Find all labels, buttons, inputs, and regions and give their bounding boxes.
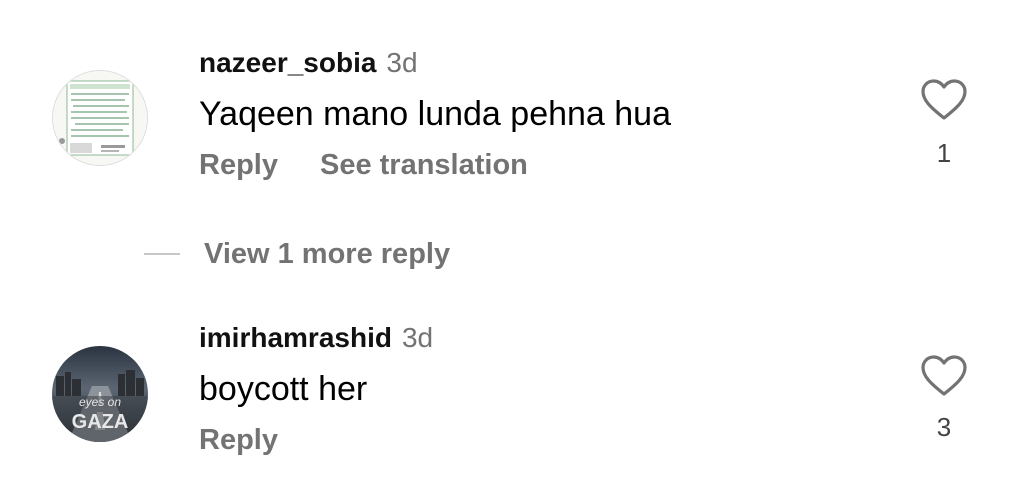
heart-icon[interactable] (920, 78, 968, 122)
view-more-replies-button[interactable]: View 1 more reply (204, 238, 450, 271)
reply-button[interactable]: Reply (199, 424, 278, 456)
avatar-caption-top: eyes on (79, 395, 121, 409)
comment-text: boycott her (199, 370, 368, 408)
comment-actions: Reply (199, 424, 278, 457)
gaza-avatar-image: eyes on GAZA (52, 346, 148, 442)
comment-text: Yaqeen mano lunda pehna hua (199, 95, 671, 133)
timestamp: 3d (401, 322, 434, 353)
heart-icon[interactable] (920, 354, 968, 398)
reply-thread-line (144, 253, 180, 255)
avatar[interactable] (52, 70, 148, 166)
username-row: nazeer_sobia 3d (199, 47, 418, 79)
comment-item: nazeer_sobia 3d Yaqeen mano lunda pehna h… (0, 0, 1024, 215)
like-control: 1 (918, 78, 970, 169)
like-count: 1 (936, 138, 952, 168)
comment-item: eyes on GAZA imirhamrashid 3d boycott her… (0, 300, 1024, 491)
username[interactable]: nazeer_sobia (199, 47, 376, 78)
quran-page-avatar-image (53, 71, 147, 165)
username-row: imirhamrashid 3d (199, 322, 433, 354)
timestamp: 3d (386, 47, 418, 78)
view-more-replies: View 1 more reply (144, 234, 450, 274)
username[interactable]: imirhamrashid (199, 322, 392, 353)
avatar[interactable]: eyes on GAZA (52, 346, 148, 442)
like-control: 3 (918, 354, 970, 443)
reply-button[interactable]: Reply (199, 149, 278, 181)
comment-actions: Reply See translation (199, 149, 528, 182)
like-count: 3 (936, 412, 952, 442)
see-translation-button[interactable]: See translation (320, 149, 528, 181)
avatar-caption-bottom: GAZA (72, 411, 129, 433)
